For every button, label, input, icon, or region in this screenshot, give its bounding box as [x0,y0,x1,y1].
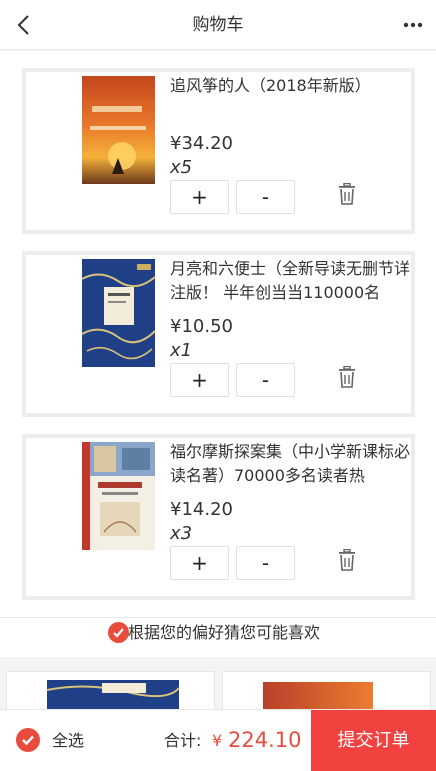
book-cover-image [263,682,373,710]
select-all-label[interactable]: 全选 [52,730,84,752]
decrease-button[interactable]: - [236,180,295,214]
book-cover-image[interactable] [82,76,155,184]
item-price: ¥34.20 [170,133,233,154]
increase-button[interactable]: + [170,546,229,580]
decrease-button[interactable]: - [236,546,295,580]
item-title[interactable]: 追风筝的人（2018年新版） [170,74,412,122]
page-title: 购物车 [192,15,244,35]
item-price: ¥10.50 [170,316,233,337]
book-cover-image [46,680,180,710]
book-cover-image[interactable] [82,442,155,550]
increase-button[interactable]: + [170,363,229,397]
recommendation-header: 根据您的偏好猜您可能喜欢 [0,617,436,657]
trash-icon[interactable] [337,366,357,388]
recommendation-list [0,657,436,711]
item-quantity: x1 [170,340,193,361]
item-title[interactable]: 福尔摩斯探案集（中小学新课标必读名著）70000多名读者热 [170,440,412,488]
cart-list: 追风筝的人（2018年新版） ¥34.20 x5 + - 月亮和六便士（全新导读… [0,51,436,617]
total-label: 合计: [164,731,202,750]
recommended-product-card[interactable] [6,671,215,711]
cart-item: 月亮和六便士（全新导读无删节详注版！ 半年创当当110000名 ¥10.50 x… [22,251,415,417]
cart-item: 福尔摩斯探案集（中小学新课标必读名著）70000多名读者热 ¥14.20 x3 … [22,434,415,600]
item-title[interactable]: 月亮和六便士（全新导读无删节详注版！ 半年创当当110000名 [170,257,412,305]
decrease-button[interactable]: - [236,363,295,397]
item-price: ¥14.20 [170,499,233,520]
select-all-checkbox[interactable] [16,728,40,752]
checkmark-icon [108,622,129,643]
checkout-bar: 全选 合计: ¥ 224.10 提交订单 [0,709,436,771]
item-quantity: x3 [170,523,193,544]
more-dots-icon[interactable] [402,14,424,36]
submit-order-button[interactable]: 提交订单 [311,710,436,771]
recommended-product-card[interactable] [222,671,431,711]
book-cover-image[interactable] [82,259,155,367]
total-currency: ¥ [212,731,223,750]
trash-icon[interactable] [337,549,357,571]
recommendation-label: 根据您的偏好猜您可能喜欢 [128,623,321,642]
item-quantity: x5 [170,157,193,178]
cart-item: 追风筝的人（2018年新版） ¥34.20 x5 + - [22,68,415,234]
checkmark-icon [22,735,34,746]
trash-icon[interactable] [337,183,357,205]
navbar: 购物车 [0,0,436,50]
increase-button[interactable]: + [170,180,229,214]
total-amount: 224.10 [228,728,302,752]
